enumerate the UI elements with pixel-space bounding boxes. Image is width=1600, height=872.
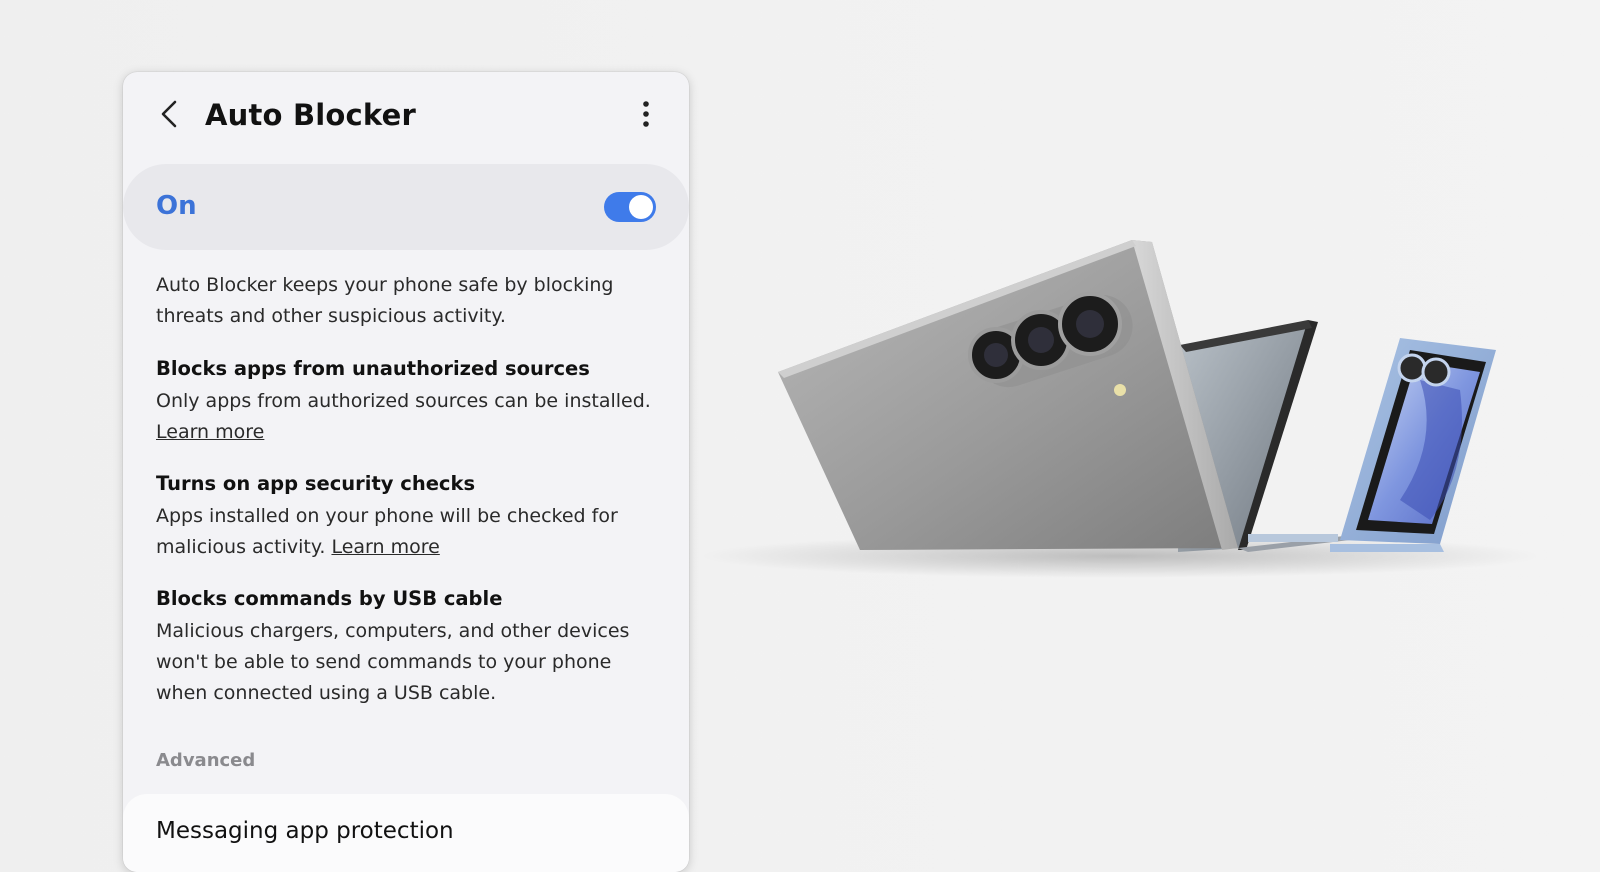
section-app-security-checks: Turns on app security checks Apps instal… bbox=[156, 469, 666, 563]
section-body: Only apps from authorized sources can be… bbox=[156, 386, 666, 448]
product-image bbox=[700, 200, 1580, 620]
more-options-button[interactable] bbox=[631, 96, 661, 132]
content-area: Auto Blocker keeps your phone safe by bl… bbox=[156, 270, 666, 730]
section-body: Apps installed on your phone will be che… bbox=[156, 501, 666, 563]
section-title: Blocks apps from unauthorized sources bbox=[156, 357, 590, 380]
section-body-text: Malicious chargers, computers, and other… bbox=[156, 620, 630, 704]
page-title: Auto Blocker bbox=[205, 98, 417, 132]
foldable-phones-illustration bbox=[700, 240, 1540, 578]
app-header: Auto Blocker bbox=[123, 72, 689, 162]
description-text: Auto Blocker keeps your phone safe by bl… bbox=[156, 274, 614, 327]
master-switch-row[interactable]: On bbox=[123, 164, 689, 250]
flip-phone bbox=[1330, 338, 1496, 552]
section-title: Turns on app security checks bbox=[156, 472, 476, 495]
auto-blocker-settings-panel: Auto Blocker On Auto Blocker keeps your … bbox=[123, 72, 689, 872]
toggle-knob bbox=[629, 195, 653, 219]
back-button[interactable] bbox=[151, 94, 191, 134]
list-item-label: Messaging app protection bbox=[156, 818, 454, 844]
advanced-section-header: Advanced bbox=[156, 750, 256, 771]
master-switch-label: On bbox=[156, 191, 197, 221]
section-unauthorized-sources: Blocks apps from unauthorized sources On… bbox=[156, 354, 666, 448]
learn-more-link[interactable]: Learn more bbox=[156, 421, 264, 443]
chevron-left-icon bbox=[161, 100, 177, 128]
master-switch-toggle[interactable] bbox=[604, 192, 656, 222]
messaging-app-protection-item[interactable]: Messaging app protection bbox=[123, 794, 689, 872]
section-body-text: Only apps from authorized sources can be… bbox=[156, 390, 651, 412]
section-usb-commands: Blocks commands by USB cable Malicious c… bbox=[156, 584, 666, 709]
section-title: Blocks commands by USB cable bbox=[156, 587, 503, 610]
more-vertical-icon bbox=[643, 101, 649, 127]
learn-more-link[interactable]: Learn more bbox=[331, 536, 439, 558]
